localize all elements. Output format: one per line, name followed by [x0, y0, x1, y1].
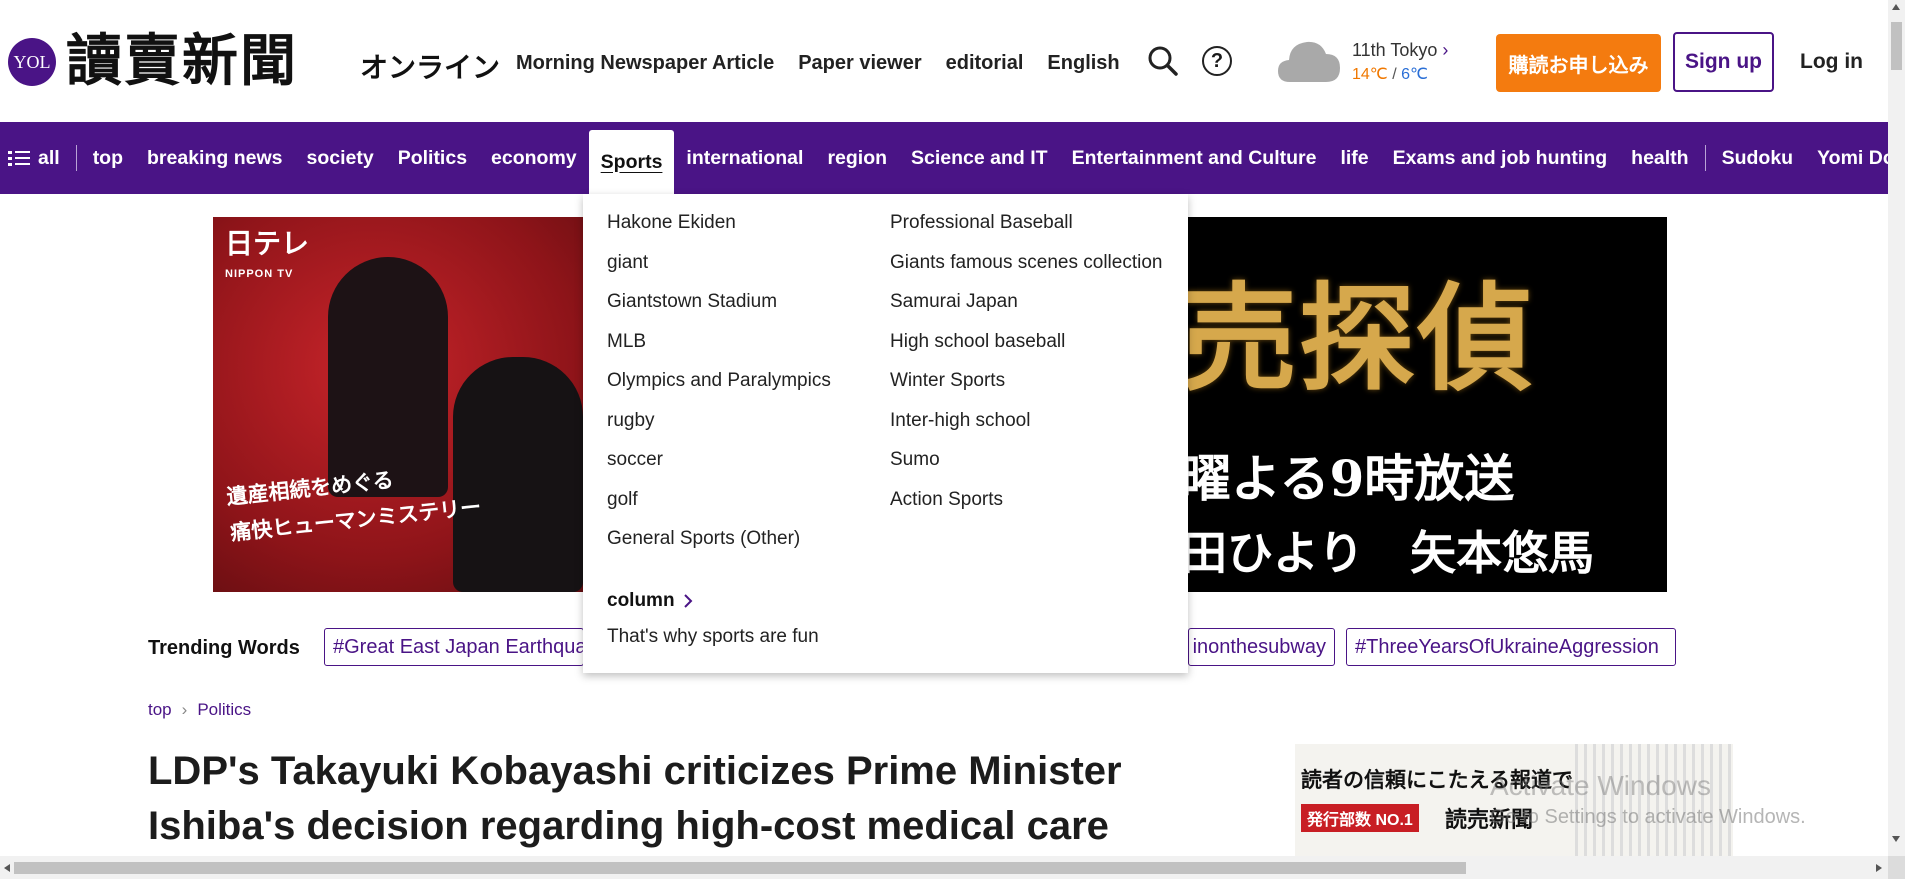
nav-divider: [75, 145, 77, 171]
cloud-icon: [1276, 36, 1342, 86]
dropdown-item[interactable]: Olympics and Paralympics: [607, 368, 831, 408]
os-watermark-subtitle: Go to Settings to activate Windows.: [1490, 806, 1806, 828]
dropdown-item[interactable]: High school baseball: [890, 329, 1162, 369]
dropdown-item[interactable]: Samurai Japan: [890, 289, 1162, 329]
scroll-down-icon[interactable]: [1892, 836, 1900, 842]
trending-tag[interactable]: #ThreeYearsOfUkraineAggression: [1346, 628, 1676, 666]
article-headline: LDP's Takayuki Kobayashi criticizes Prim…: [148, 749, 1122, 848]
dropdown-item[interactable]: Giants famous scenes collection: [890, 250, 1162, 290]
nav-divider: [1704, 145, 1706, 171]
chevron-right-icon: ›: [1442, 40, 1449, 60]
nav-item-life[interactable]: life: [1328, 122, 1380, 194]
dropdown-item[interactable]: General Sports (Other): [607, 526, 831, 566]
nav-item-science-it[interactable]: Science and IT: [899, 122, 1060, 194]
breadcrumb: top › Politics: [148, 700, 251, 720]
dropdown-item[interactable]: Action Sports: [890, 487, 1162, 527]
nav-all-menu[interactable]: all: [0, 122, 72, 194]
breadcrumb-item-top[interactable]: top: [148, 700, 172, 720]
nav-item-yomi-do[interactable]: Yomi Do: [1805, 122, 1888, 194]
banner-cast: 田ひより 矢本悠馬: [1181, 526, 1595, 580]
dropdown-item[interactable]: Inter-high school: [890, 408, 1162, 448]
weather-temps: 14℃ / 6℃: [1352, 64, 1428, 84]
site-header: YOL 讀賣新聞 オンライン Morning Newspaper Article…: [0, 0, 1888, 122]
search-icon[interactable]: [1146, 44, 1180, 78]
menu-icon: [8, 149, 30, 167]
dropdown-item[interactable]: giant: [607, 250, 831, 290]
weather-location[interactable]: 11th Tokyo ›: [1352, 40, 1448, 61]
dropdown-item[interactable]: soccer: [607, 447, 831, 487]
scroll-up-icon[interactable]: [1892, 4, 1900, 10]
dropdown-column-item[interactable]: That's why sports are fun: [607, 626, 819, 648]
nav-item-top[interactable]: top: [81, 122, 135, 194]
top-link-morning-newspaper[interactable]: Morning Newspaper Article: [516, 52, 774, 75]
nav-item-entertainment[interactable]: Entertainment and Culture: [1060, 122, 1329, 194]
signup-button[interactable]: Sign up: [1673, 32, 1774, 92]
sports-dropdown-menu: Hakone Ekiden giant Giantstown Stadium M…: [583, 194, 1188, 673]
yol-logo-badge[interactable]: YOL: [8, 38, 56, 86]
side-ad-badge: 発行部数 NO.1: [1301, 804, 1419, 832]
dropdown-item[interactable]: Professional Baseball: [890, 210, 1162, 250]
scrollbar-corner: [1888, 856, 1905, 879]
top-links: Morning Newspaper Article Paper viewer e…: [516, 52, 1120, 75]
dropdown-item[interactable]: golf: [607, 487, 831, 527]
category-nav: all top breaking news society Politics e…: [0, 122, 1888, 194]
dropdown-column-right: Professional Baseball Giants famous scen…: [890, 210, 1162, 526]
trending-words-label: Trending Words: [148, 637, 300, 659]
banner-tagline: 遺産相続をめぐる 痛快ヒューマンミステリー: [225, 468, 483, 546]
trending-tag[interactable]: #Great East Japan Earthqua: [324, 628, 584, 666]
dropdown-item[interactable]: Winter Sports: [890, 368, 1162, 408]
dropdown-column-heading[interactable]: column: [607, 590, 693, 612]
site-logo-title[interactable]: 讀賣新聞: [66, 26, 298, 96]
banner-photo: 日テレ NIPPON TV 遺産相続をめぐる 痛快ヒューマンミステリー: [213, 217, 613, 592]
network-logo: 日テレ NIPPON TV: [225, 228, 310, 281]
vertical-scroll-thumb[interactable]: [1891, 22, 1902, 70]
nav-all-label: all: [38, 146, 60, 169]
trending-tag[interactable]: inonthesubway: [1188, 628, 1335, 666]
top-link-english[interactable]: English: [1047, 52, 1119, 75]
scroll-right-icon[interactable]: [1876, 864, 1882, 872]
temp-separator: /: [1392, 66, 1397, 83]
nav-item-sports[interactable]: Sports: [588, 130, 675, 194]
subscribe-button[interactable]: 購読お申し込み: [1496, 34, 1661, 92]
breadcrumb-item-politics[interactable]: Politics: [197, 700, 251, 720]
nav-item-economy[interactable]: economy: [479, 122, 589, 194]
temp-high: 14℃: [1352, 66, 1388, 83]
nav-item-breaking-news[interactable]: breaking news: [135, 122, 294, 194]
dropdown-item[interactable]: Sumo: [890, 447, 1162, 487]
top-link-paper-viewer[interactable]: Paper viewer: [798, 52, 921, 75]
vertical-scrollbar[interactable]: [1888, 0, 1905, 879]
page: YOL 讀賣新聞 オンライン Morning Newspaper Article…: [0, 0, 1905, 879]
dropdown-item[interactable]: MLB: [607, 329, 831, 369]
banner-title: 売探偵: [1181, 271, 1535, 407]
site-logo-suffix[interactable]: オンライン: [360, 46, 500, 86]
help-icon[interactable]: ?: [1200, 44, 1234, 78]
nav-item-international[interactable]: international: [674, 122, 815, 194]
nav-item-region[interactable]: region: [815, 122, 899, 194]
nav-item-exams[interactable]: Exams and job hunting: [1381, 122, 1620, 194]
top-link-editorial[interactable]: editorial: [946, 52, 1024, 75]
dropdown-item[interactable]: Giantstown Stadium: [607, 289, 831, 329]
nav-item-politics[interactable]: Politics: [386, 122, 479, 194]
dropdown-item[interactable]: Hakone Ekiden: [607, 210, 831, 250]
chevron-right-icon: ›: [181, 700, 188, 719]
scroll-left-icon[interactable]: [4, 864, 10, 872]
horizontal-scrollbar[interactable]: [0, 856, 1888, 879]
banner-subtitle: 曜よる9時放送: [1181, 449, 1515, 508]
horizontal-scroll-thumb[interactable]: [14, 862, 1466, 874]
nav-item-health[interactable]: health: [1619, 122, 1700, 194]
dropdown-item[interactable]: rugby: [607, 408, 831, 448]
dropdown-column-left: Hakone Ekiden giant Giantstown Stadium M…: [607, 210, 831, 566]
nav-item-sudoku[interactable]: Sudoku: [1710, 122, 1806, 194]
login-link[interactable]: Log in: [1800, 50, 1863, 74]
os-watermark-title: Activate Windows: [1490, 770, 1711, 801]
temp-low: 6℃: [1401, 66, 1428, 83]
chevron-right-icon: [683, 594, 692, 608]
nav-item-society[interactable]: society: [294, 122, 385, 194]
